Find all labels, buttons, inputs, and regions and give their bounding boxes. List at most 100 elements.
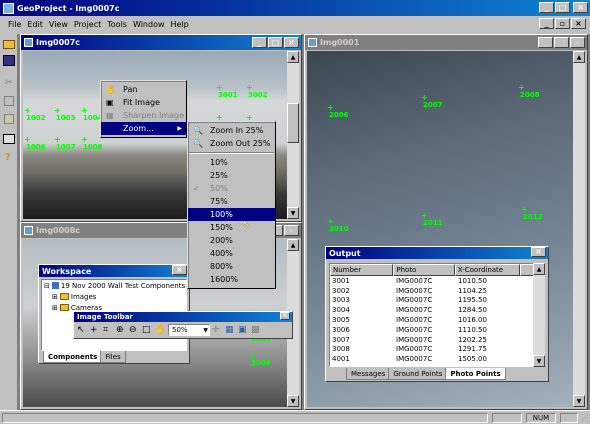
point-2010[interactable]: 2010 (327, 217, 349, 233)
menu-view[interactable]: View (49, 20, 68, 29)
print-icon[interactable] (3, 134, 15, 144)
pan-icon[interactable]: ✋ (155, 325, 166, 335)
point-1006[interactable]: 1006 (24, 135, 46, 151)
layers-icon[interactable]: ▦ (225, 325, 236, 335)
point-2011[interactable]: 2011 (421, 211, 443, 227)
zoom-out-icon[interactable]: ⊖ (129, 325, 140, 335)
copy-icon[interactable] (4, 96, 14, 106)
menu-item-zoom-out[interactable]: 🔍 Zoom Out 25% (188, 137, 275, 150)
tree-root[interactable]: ⊟ 19 Nov 2000 Wall Test Components (42, 280, 186, 291)
img0001-maximize[interactable]: □ (554, 37, 569, 48)
table-row[interactable]: 3005 IMG0007C 1016.00 (330, 315, 522, 325)
img0001-close[interactable]: × (570, 37, 585, 48)
menu-item-zoom-75[interactable]: 75% (188, 195, 275, 208)
menu-item-zoom-800[interactable]: 800% (188, 260, 275, 273)
point-1002[interactable]: 1002 (24, 106, 46, 122)
menu-file[interactable]: File (8, 20, 21, 29)
workspace-close[interactable]: × (172, 265, 187, 275)
point-2006[interactable]: 2006 (327, 103, 349, 119)
zoom-in-icon[interactable]: ⊕ (116, 325, 127, 335)
menu-item-zoom-200[interactable]: 200% (188, 234, 275, 247)
menu-tools[interactable]: Tools (107, 20, 127, 29)
menu-window[interactable]: Window (133, 20, 165, 29)
resize-grip-icon[interactable]: ⋰ (581, 413, 589, 422)
point-3002[interactable]: 3002 (246, 83, 268, 99)
point-1003[interactable]: 1003 (54, 106, 76, 122)
output-close[interactable]: × (531, 247, 546, 257)
scroll-up-icon[interactable]: ▲ (287, 239, 299, 251)
menu-item-zoom[interactable]: Zoom... ▶ (101, 122, 186, 135)
col-number[interactable]: Number (330, 264, 394, 276)
tab-files[interactable]: Files (100, 351, 126, 363)
tab-components[interactable]: Components (43, 351, 103, 363)
menu-item-zoom-25[interactable]: 25% (188, 169, 275, 182)
col-photo[interactable]: Photo (393, 264, 455, 276)
workspace-titlebar[interactable]: Workspace × (39, 265, 189, 277)
scroll-down-icon[interactable]: ▼ (287, 207, 299, 219)
col-more[interactable] (520, 264, 534, 276)
scroll-up-icon[interactable]: ▲ (533, 263, 545, 275)
paste-icon[interactable] (4, 114, 14, 124)
grid-icon[interactable]: ▩ (251, 325, 262, 335)
output-vscroll[interactable]: ▲ ▼ (533, 263, 545, 367)
tab-photo-points[interactable]: Photo Points (445, 368, 506, 380)
menu-item-zoom-100[interactable]: 100% (188, 208, 275, 221)
scroll-down-icon[interactable]: ▼ (287, 395, 299, 407)
menu-item-zoom-50[interactable]: ✓ 50% (188, 182, 275, 195)
menu-item-zoom-400[interactable]: 400% (188, 247, 275, 260)
point-1007[interactable]: 1007 (54, 135, 76, 151)
img0001-minimize[interactable]: _ (538, 37, 553, 48)
image-icon[interactable]: ▣ (238, 325, 249, 335)
scroll-down-icon[interactable]: ▼ (533, 355, 545, 367)
minus-icon[interactable]: ⊟ (44, 282, 50, 290)
close-button[interactable]: × (573, 2, 588, 13)
help-icon[interactable]: ? (5, 152, 11, 163)
menu-item-zoom-150[interactable]: 150% (188, 221, 275, 234)
table-row[interactable]: 3001 IMG0007C 1010.50 (330, 276, 522, 286)
save-icon[interactable] (3, 55, 15, 66)
mdi-minimize-button[interactable]: _ (539, 18, 554, 29)
image-toolbar-titlebar[interactable]: Image Toolbar × (74, 312, 292, 322)
minimize-button[interactable]: _ (539, 2, 554, 13)
table-row[interactable]: 3003 IMG0007C 1195.50 (330, 296, 522, 306)
scroll-down-icon[interactable]: ▼ (573, 395, 585, 407)
img0007c-minimize[interactable]: _ (252, 37, 267, 48)
point-2012[interactable]: 2012 (521, 205, 543, 221)
image-toolbar-close[interactable]: × (280, 312, 290, 320)
point-2008[interactable]: 2008 (518, 83, 540, 99)
chevron-down-icon[interactable]: ▼ (203, 327, 208, 334)
menu-item-zoom-in[interactable]: 🔍 Zoom In 25% (188, 124, 275, 137)
img0007c-vscroll[interactable]: ▲ ▼ (287, 51, 299, 219)
menu-help[interactable]: Help (171, 20, 189, 29)
img0007c-close[interactable]: × (284, 37, 299, 48)
plus-icon[interactable]: ⊞ (52, 304, 58, 312)
cut-icon[interactable]: ✂ (5, 78, 13, 88)
output-titlebar[interactable]: Output × (326, 247, 548, 259)
crosshair-icon[interactable]: + (90, 325, 101, 335)
table-row[interactable]: 4001 IMG0007C 1505.00 (330, 354, 522, 364)
menu-item-zoom-10[interactable]: 10% (188, 156, 275, 169)
plus-icon[interactable]: ⊞ (52, 293, 58, 301)
scroll-thumb[interactable] (287, 103, 299, 143)
table-row[interactable]: 3006 IMG0007C 1110.50 (330, 325, 522, 335)
image-toolbar-window[interactable]: Image Toolbar × ↖ + ⌗ ⊕ ⊖ □ ✋ 50% ▼ ✛ ▦ … (73, 311, 293, 339)
point-3001[interactable]: 3001 (216, 83, 238, 99)
table-row[interactable]: 3002 IMG0007C 1104.25 (330, 286, 522, 296)
table-row[interactable]: 3008 IMG0007C 1291.75 (330, 345, 522, 355)
point-3006[interactable]: 3006 (249, 351, 271, 367)
menu-item-sharpen-image[interactable]: ▦ Sharpen Image (101, 109, 186, 122)
zoom-select[interactable]: 50% ▼ (168, 324, 210, 336)
mdi-close-button[interactable]: × (571, 18, 586, 29)
select-icon[interactable]: ⌗ (103, 325, 114, 335)
img0001-vscroll[interactable]: ▲ ▼ (573, 51, 585, 407)
menu-item-zoom-1600[interactable]: 1600% (188, 273, 275, 286)
menu-item-pan[interactable]: ✋ Pan (101, 83, 186, 96)
open-folder-icon[interactable] (3, 40, 15, 49)
tab-ground-points[interactable]: Ground Points (388, 368, 448, 380)
pointer-icon[interactable]: ↖ (77, 325, 88, 335)
window-output[interactable]: Output × Number Photo X-Coordinate 3001 I… (325, 246, 549, 382)
scroll-up-icon[interactable]: ▲ (573, 51, 585, 63)
img0008c-close[interactable]: × (284, 225, 299, 236)
mdi-restore-button[interactable]: ▫ (555, 18, 570, 29)
scroll-up-icon[interactable]: ▲ (287, 51, 299, 63)
